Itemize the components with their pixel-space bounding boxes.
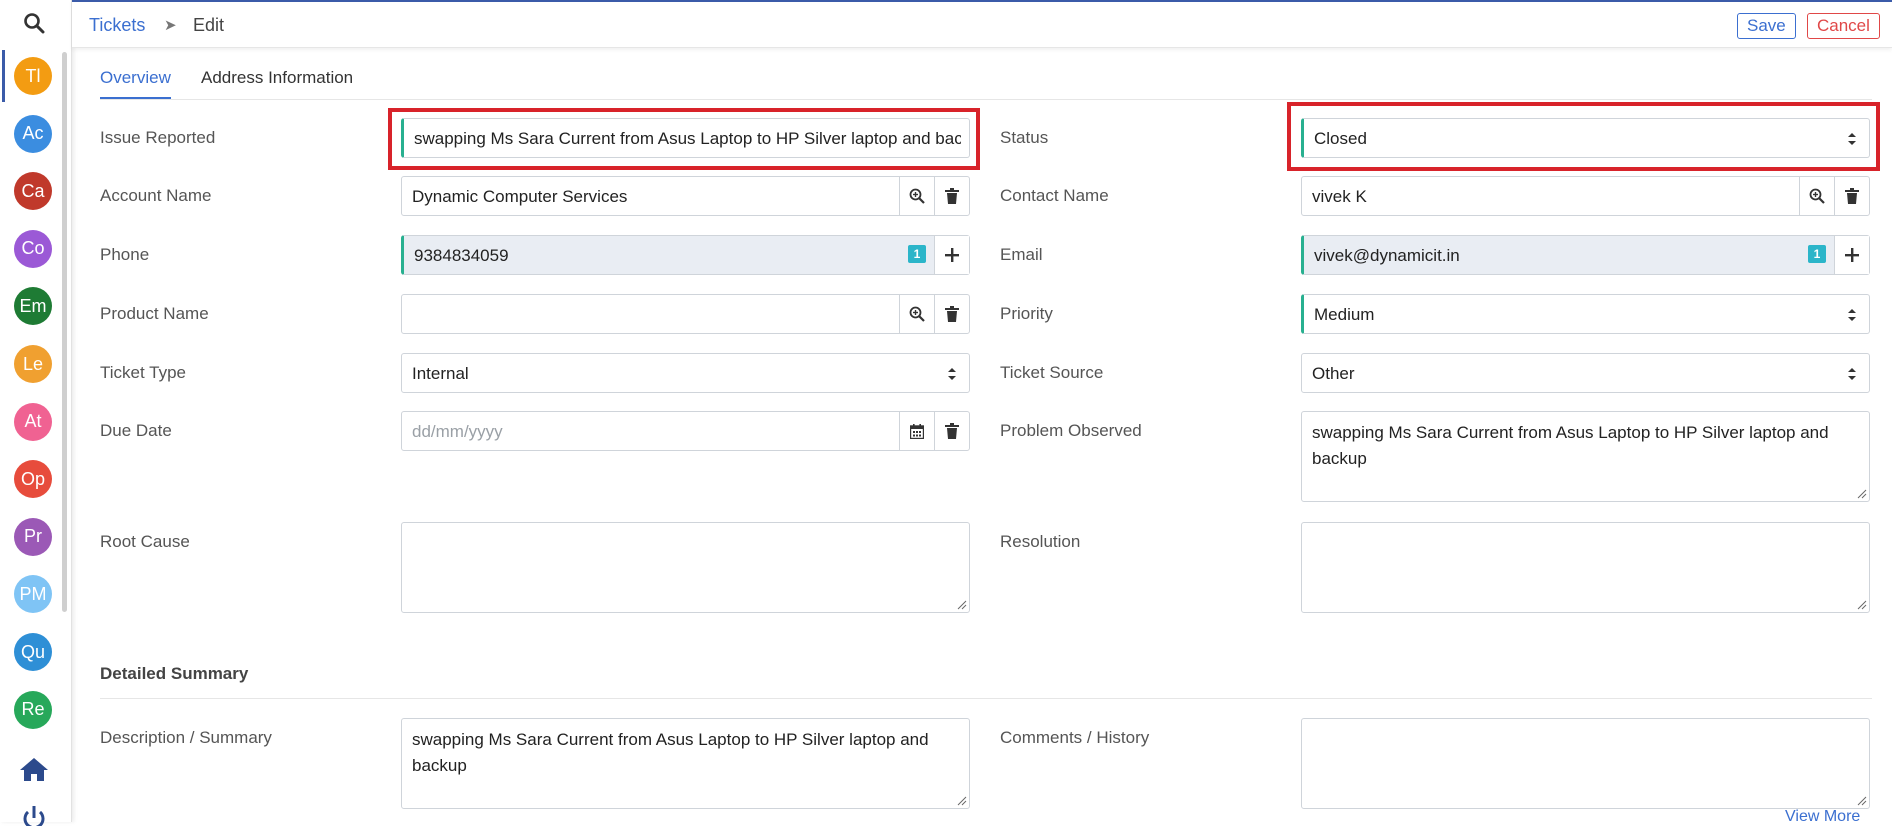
comments-label: Comments / History [1000,728,1150,747]
contact-name-label: Contact Name [1000,186,1109,205]
home-icon[interactable] [18,756,50,784]
problem-observed-value: swapping Ms Sara Current from Asus Lapto… [1312,423,1829,468]
due-date-placeholder: dd/mm/yyyy [412,422,503,441]
product-trash-icon[interactable] [934,295,969,333]
sidebar-module-avatar[interactable]: Em [14,287,52,326]
add-phone-icon[interactable] [934,236,969,274]
description-label: Description / Summary [100,728,272,747]
resize-handle-icon[interactable] [957,796,967,806]
priority-value: Medium [1314,305,1375,324]
ticket-type-select[interactable]: Internal [401,353,970,393]
account-name-value: Dynamic Computer Services [412,187,628,206]
breadcrumb-arrow-icon: ➤ [164,17,177,34]
sidebar-module-avatar[interactable]: Tl [14,57,52,95]
sidebar-module-avatar[interactable]: Co [14,229,52,268]
save-button[interactable]: Save [1737,13,1796,39]
breadcrumb-current: Edit [193,15,225,35]
select-arrow-icon [948,368,956,380]
section-divider [100,698,1872,699]
ticket-type-value: Internal [412,364,469,383]
resize-handle-icon[interactable] [1857,600,1867,610]
root-cause-label: Root Cause [100,532,190,551]
email-input[interactable]: vivek@dynamicit.in 1 [1301,235,1870,275]
phone-count-badge: 1 [908,245,926,263]
resize-handle-icon[interactable] [1857,796,1867,806]
sidebar-module-avatar[interactable]: Ca [14,172,52,211]
resolution-label: Resolution [1000,532,1081,551]
issue-reported-label: Issue Reported [100,128,216,147]
sidebar-module-avatar[interactable]: At [14,402,52,441]
ticket-source-value: Other [1312,364,1355,383]
sidebar-scrollbar[interactable] [62,52,67,612]
cancel-button[interactable]: Cancel [1807,13,1880,39]
calendar-icon[interactable] [899,412,934,450]
breadcrumb-tickets-link[interactable]: Tickets [89,15,145,36]
account-name-label: Account Name [100,186,212,205]
highlight-box-issue [388,108,980,170]
account-name-input[interactable]: Dynamic Computer Services [401,176,970,216]
contact-name-input[interactable]: vivek K [1301,176,1870,216]
add-email-icon[interactable] [1834,236,1869,274]
contact-search-icon[interactable] [1799,177,1834,215]
email-label: Email [1000,245,1043,264]
sidebar-module-avatar[interactable]: Ac [14,114,52,153]
account-trash-icon[interactable] [934,177,969,215]
description-value: swapping Ms Sara Current from Asus Lapto… [412,730,929,775]
tab-overview[interactable]: Overview [100,68,171,99]
product-search-icon[interactable] [899,295,934,333]
description-textarea[interactable]: swapping Ms Sara Current from Asus Lapto… [401,718,970,809]
product-name-label: Product Name [100,304,209,323]
resolution-textarea[interactable] [1301,522,1870,613]
tab-address-information[interactable]: Address Information [201,68,353,88]
sidebar-module-avatar[interactable]: Op [14,460,52,499]
sidebar: Tl Ac Ca Co Em Le At Op Pr PM Qu Re [0,0,72,830]
due-date-label: Due Date [100,421,172,440]
select-arrow-icon [1848,368,1856,380]
active-indicator [2,50,5,102]
problem-observed-label: Problem Observed [1000,421,1142,440]
phone-value: 9384834059 [414,246,509,265]
power-icon[interactable] [18,804,50,830]
status-label: Status [1000,128,1049,147]
select-arrow-icon [1848,309,1856,321]
product-name-input[interactable] [401,294,970,334]
due-date-input[interactable]: dd/mm/yyyy [401,411,970,451]
account-search-icon[interactable] [899,177,934,215]
ticket-source-select[interactable]: Other [1301,353,1870,393]
sidebar-module-avatar[interactable]: Pr [14,517,52,556]
due-date-trash-icon[interactable] [934,412,969,450]
tab-bar: Overview Address Information [100,60,1872,100]
ticket-source-label: Ticket Source [1000,363,1104,382]
comments-textarea[interactable] [1301,718,1870,809]
sidebar-module-avatar[interactable]: Le [14,345,52,383]
resize-handle-icon[interactable] [957,600,967,610]
detailed-summary-title: Detailed Summary [100,664,249,683]
highlight-box-status [1287,102,1880,171]
priority-label: Priority [1000,304,1053,323]
contact-trash-icon[interactable] [1834,177,1869,215]
resize-handle-icon[interactable] [1857,489,1867,499]
view-more-link[interactable]: View More [1785,808,1860,826]
priority-select[interactable]: Medium [1301,294,1870,334]
phone-label: Phone [100,245,150,264]
sidebar-module-avatar[interactable]: PM [14,575,52,614]
sidebar-module-avatar[interactable]: Qu [14,633,52,671]
contact-name-value: vivek K [1312,187,1367,206]
problem-observed-textarea[interactable]: swapping Ms Sara Current from Asus Lapto… [1301,411,1870,502]
root-cause-textarea[interactable] [401,522,970,613]
phone-input[interactable]: 9384834059 1 [401,235,970,275]
email-value: vivek@dynamicit.in [1314,246,1460,265]
sidebar-module-avatar[interactable]: Re [14,690,52,729]
email-count-badge: 1 [1808,245,1826,263]
ticket-type-label: Ticket Type [100,363,186,382]
top-header: Tickets ➤ Edit Save Cancel [72,0,1892,48]
search-icon[interactable] [20,9,48,37]
